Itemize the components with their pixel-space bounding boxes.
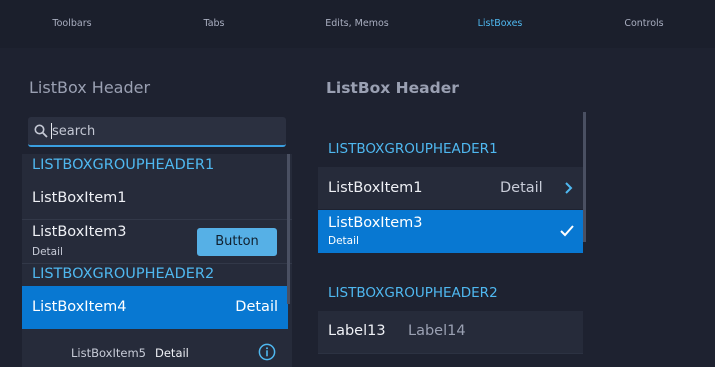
search-icon	[34, 124, 48, 138]
label-14: Label14	[408, 323, 466, 339]
tab-bar: Toolbars Tabs Edits, Memos ListBoxes Con…	[0, 0, 715, 48]
tab-tabs[interactable]: Tabs	[154, 0, 274, 48]
search-input[interactable]: search	[28, 117, 286, 147]
tab-edits-memos[interactable]: Edits, Memos	[297, 0, 417, 48]
list-item-1[interactable]: ListBoxItem1	[32, 190, 127, 206]
divider	[22, 263, 292, 264]
item-button[interactable]: Button	[197, 228, 277, 256]
group-header-1: LISTBOXGROUPHEADER1	[32, 157, 215, 173]
right-item-3-label: ListBoxItem3	[328, 215, 423, 231]
tab-listboxes[interactable]: ListBoxes	[440, 0, 560, 48]
info-icon[interactable]	[258, 343, 276, 361]
divider	[22, 219, 292, 220]
group-header-2: LISTBOXGROUPHEADER2	[32, 266, 215, 282]
list-item-3-detail: Detail	[32, 246, 63, 258]
right-scrollbar[interactable]	[583, 112, 586, 242]
list-item-4-selected[interactable]: ListBoxItem4 Detail	[22, 286, 288, 329]
right-listbox-header: ListBox Header	[326, 79, 459, 97]
left-listbox[interactable]: LISTBOXGROUPHEADER1 ListBoxItem1 ListBox…	[22, 154, 292, 367]
left-listbox-header: ListBox Header	[29, 78, 151, 97]
divider	[318, 353, 583, 367]
list-item-4-label: ListBoxItem4	[32, 299, 127, 315]
tab-controls[interactable]: Controls	[584, 0, 704, 48]
right-group-header-1: LISTBOXGROUPHEADER1	[328, 141, 498, 157]
search-text: search	[52, 124, 96, 139]
label-13: Label13	[328, 323, 386, 339]
list-item-4-detail: Detail	[235, 299, 278, 315]
left-scrollbar[interactable]	[287, 154, 290, 304]
right-item-1-detail: Detail	[500, 180, 543, 196]
checkmark-icon	[560, 225, 574, 237]
right-group-header-2: LISTBOXGROUPHEADER2	[328, 285, 498, 301]
list-item-3-label[interactable]: ListBoxItem3	[32, 224, 127, 240]
right-item-3-detail: Detail	[328, 235, 359, 247]
chevron-right-icon	[565, 182, 573, 194]
tab-toolbars[interactable]: Toolbars	[12, 0, 132, 48]
list-item-5-label[interactable]: ListBoxItem5	[71, 346, 146, 360]
right-list-item-1[interactable]: ListBoxItem1 Detail	[318, 167, 583, 209]
right-item-1-label: ListBoxItem1	[328, 180, 423, 196]
right-list-item-3-selected[interactable]: ListBoxItem3 Detail	[318, 210, 583, 253]
right-label-row[interactable]: Label13 Label14	[318, 311, 583, 353]
list-item-5-detail: Detail	[155, 346, 189, 360]
